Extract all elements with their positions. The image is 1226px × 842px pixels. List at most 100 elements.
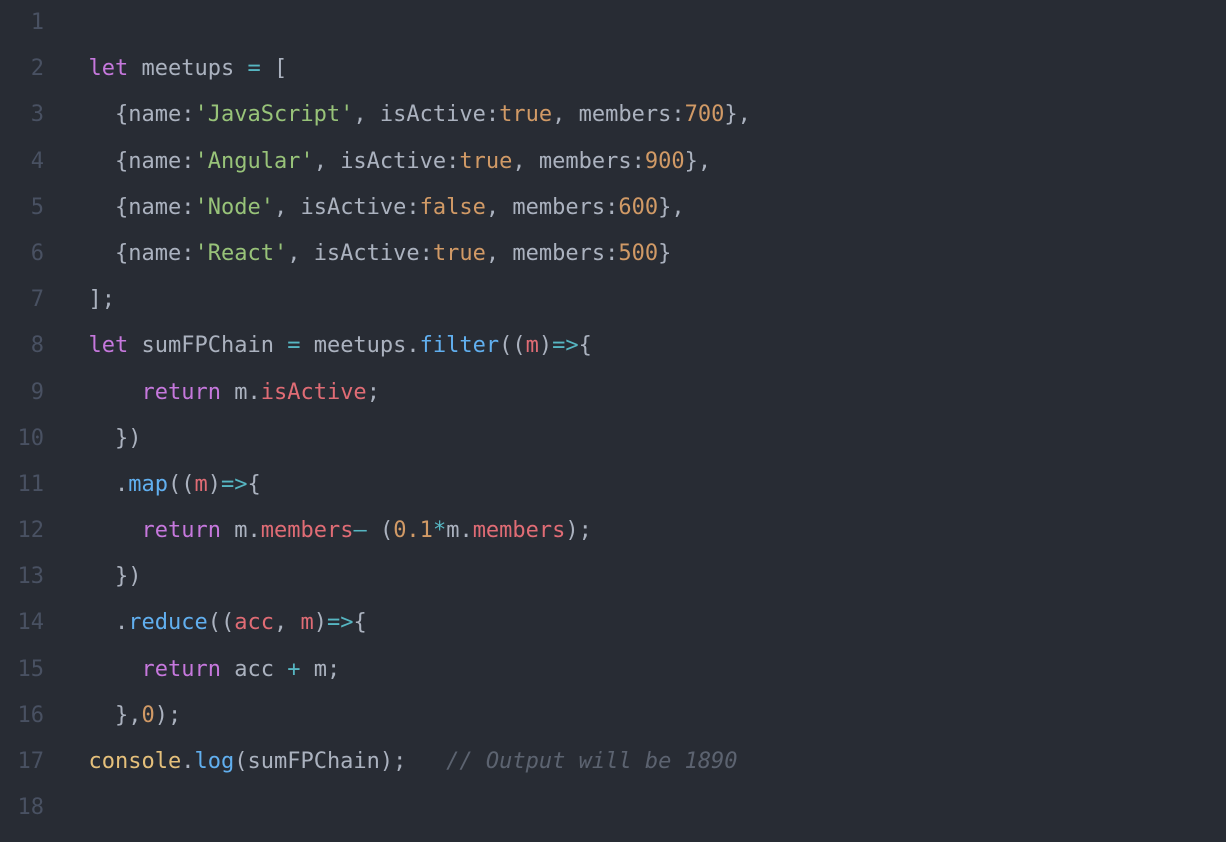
token-punct: : [420, 241, 433, 266]
token-punct: ); [380, 749, 446, 774]
token-plain: members [579, 102, 672, 127]
token-punct: { [115, 241, 128, 266]
token-var: acc [234, 610, 274, 635]
code-line[interactable]: {name:'Node', isActive:false, members:60… [62, 185, 1226, 231]
token-punct: ) [208, 472, 221, 497]
token-op: = [287, 333, 300, 358]
token-string: 'Angular' [194, 149, 313, 174]
token-punct: (( [499, 333, 526, 358]
token-punct: ) [314, 610, 327, 635]
token-punct: }, [724, 102, 751, 127]
code-content[interactable]: let meetups = [ {name:'JavaScript', isAc… [62, 0, 1226, 842]
code-line[interactable]: let meetups = [ [62, 46, 1226, 92]
line-number: 5 [0, 185, 44, 231]
token-punct: . [247, 380, 260, 405]
code-line[interactable]: let sumFPChain = meetups.filter((m)=>{ [62, 323, 1226, 369]
token-punct: ( [234, 749, 247, 774]
token-func: reduce [128, 610, 207, 635]
token-punct: : [605, 241, 618, 266]
token-bool: true [433, 241, 486, 266]
line-number: 10 [0, 416, 44, 462]
token-punct: . [459, 518, 472, 543]
token-plain [128, 333, 141, 358]
code-line[interactable] [62, 0, 1226, 46]
token-plain: acc [221, 657, 287, 682]
token-punct: }) [115, 426, 142, 451]
token-plain: isActive [300, 195, 406, 220]
code-line[interactable]: return m.members– (0.1*m.members); [62, 508, 1226, 554]
line-number: 2 [0, 46, 44, 92]
token-op: = [247, 56, 260, 81]
token-punct: ( [380, 518, 393, 543]
token-punct: (( [208, 610, 235, 635]
line-number-gutter: 123456789101112131415161718 [0, 0, 62, 842]
code-line[interactable]: .map((m)=>{ [62, 462, 1226, 508]
token-punct: , [287, 241, 314, 266]
code-line[interactable]: {name:'Angular', isActive:true, members:… [62, 139, 1226, 185]
token-punct: { [579, 333, 592, 358]
token-comment: // Output will be 1890 [446, 749, 737, 774]
token-punct: : [181, 102, 194, 127]
code-line[interactable]: },0); [62, 693, 1226, 739]
code-line[interactable]: ]; [62, 277, 1226, 323]
token-punct: : [486, 102, 499, 127]
code-line[interactable]: }) [62, 416, 1226, 462]
token-punct: . [406, 333, 419, 358]
code-line[interactable]: return m.isActive; [62, 370, 1226, 416]
token-punct: ; [367, 380, 380, 405]
token-keyword: return [141, 657, 220, 682]
line-number: 1 [0, 0, 44, 46]
line-number: 6 [0, 231, 44, 277]
token-punct: , [314, 149, 341, 174]
token-punct: ) [539, 333, 552, 358]
token-plain: m [221, 518, 248, 543]
code-editor[interactable]: 123456789101112131415161718 let meetups … [0, 0, 1226, 842]
token-num: 500 [618, 241, 658, 266]
code-line[interactable]: {name:'JavaScript', isActive:true, membe… [62, 92, 1226, 138]
token-keyword: let [89, 333, 129, 358]
token-punct: , [512, 149, 539, 174]
token-punct: . [115, 472, 128, 497]
token-punct: : [632, 149, 645, 174]
line-number: 4 [0, 139, 44, 185]
token-plain: name [128, 195, 181, 220]
token-plain [367, 518, 380, 543]
token-func: map [128, 472, 168, 497]
token-string: 'Node' [194, 195, 273, 220]
token-punct: . [181, 749, 194, 774]
token-punct: { [353, 610, 366, 635]
token-punct: , [274, 610, 301, 635]
token-punct: { [115, 102, 128, 127]
token-num: 0 [141, 703, 154, 728]
token-plain: m [221, 380, 248, 405]
token-keyword: return [141, 518, 220, 543]
token-var: m [300, 610, 313, 635]
token-string: 'React' [194, 241, 287, 266]
line-number: 18 [0, 785, 44, 831]
token-plain: meetups [142, 56, 248, 81]
token-punct: }, [115, 703, 142, 728]
code-line[interactable]: return acc + m; [62, 647, 1226, 693]
code-line[interactable]: console.log(sumFPChain); // Output will … [62, 739, 1226, 785]
code-line[interactable] [62, 785, 1226, 831]
code-line[interactable]: }) [62, 554, 1226, 600]
token-var: m [194, 472, 207, 497]
token-punct: ]; [89, 287, 116, 312]
code-line[interactable]: .reduce((acc, m)=>{ [62, 600, 1226, 646]
token-num: 900 [645, 149, 685, 174]
token-keyword: return [141, 380, 220, 405]
token-plain: sumFPChain [142, 333, 288, 358]
token-bool: true [499, 102, 552, 127]
token-bool: false [420, 195, 486, 220]
token-op: => [221, 472, 248, 497]
token-var: members [473, 518, 566, 543]
token-punct: { [247, 472, 260, 497]
line-number: 11 [0, 462, 44, 508]
token-plain: m [446, 518, 459, 543]
token-punct: . [247, 518, 260, 543]
token-plain: name [128, 241, 181, 266]
token-punct: : [671, 102, 684, 127]
code-line[interactable]: {name:'React', isActive:true, members:50… [62, 231, 1226, 277]
token-punct: : [605, 195, 618, 220]
token-op: * [433, 518, 446, 543]
